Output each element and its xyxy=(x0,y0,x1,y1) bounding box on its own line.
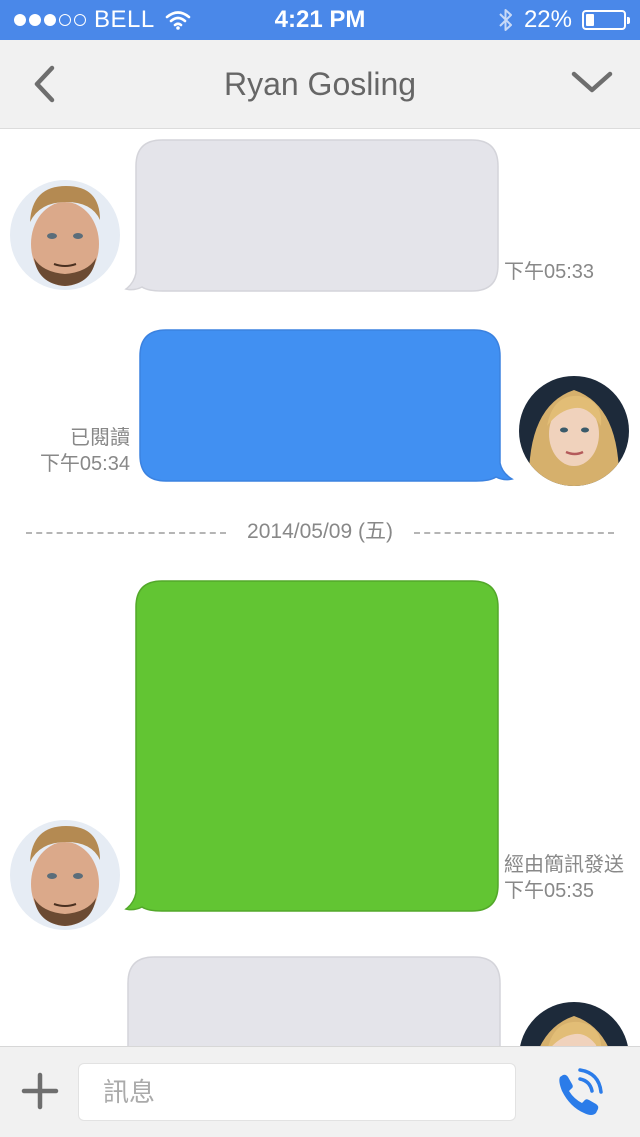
page-title: Ryan Gosling xyxy=(223,66,417,102)
message-time: 下午05:35 xyxy=(504,880,595,902)
contact-avatar[interactable] xyxy=(10,820,120,930)
message-input[interactable] xyxy=(78,1063,516,1121)
status-right: 22% xyxy=(498,6,630,34)
message-bubble[interactable] xyxy=(126,956,502,1057)
message-time: 下午05:33 xyxy=(504,261,595,283)
battery-percent: 22% xyxy=(523,6,572,33)
message-bubble[interactable] xyxy=(138,329,516,483)
message-meta: 經由簡訊發送 下午05:35 xyxy=(504,852,624,904)
message-bubble[interactable] xyxy=(124,139,500,293)
battery-level xyxy=(586,14,594,26)
battery-icon xyxy=(582,10,630,30)
phone-call-icon xyxy=(559,1068,603,1115)
nav-bar: Ryan Gosling xyxy=(0,40,640,129)
call-button[interactable] xyxy=(550,1065,606,1121)
sms-delivery-status: 經由簡訊發送 xyxy=(504,854,624,876)
chevron-down-icon xyxy=(571,71,613,93)
message-meta: 已閱讀 下午05:34 xyxy=(10,425,130,477)
read-receipt: 已閱讀 xyxy=(70,427,130,449)
message-time: 下午05:34 xyxy=(39,453,130,475)
my-avatar[interactable] xyxy=(519,376,629,486)
add-attachment-button[interactable] xyxy=(20,1071,60,1111)
bluetooth-icon xyxy=(499,9,512,31)
contact-avatar[interactable] xyxy=(10,180,120,290)
plus-icon xyxy=(21,1072,59,1110)
menu-dropdown-button[interactable] xyxy=(568,60,616,108)
date-divider: 2014/05/09 (五) xyxy=(0,516,640,548)
input-bar xyxy=(0,1046,640,1137)
status-bar: BELL 4:21 PM 22% xyxy=(0,0,640,40)
message-bubble[interactable] xyxy=(124,580,500,913)
